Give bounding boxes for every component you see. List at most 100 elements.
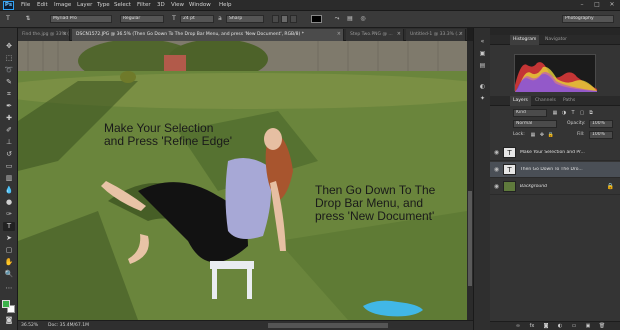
- eraser-tool-icon[interactable]: ▭: [3, 162, 15, 171]
- blur-tool-icon[interactable]: 💧: [3, 186, 15, 195]
- quick-mask-icon[interactable]: ◙: [3, 316, 15, 325]
- menu-image[interactable]: Image: [54, 2, 71, 8]
- folder-icon[interactable]: ▭: [570, 323, 578, 330]
- close-icon[interactable]: ×: [397, 29, 401, 40]
- close-button[interactable]: ✕: [607, 1, 617, 9]
- font-size-select[interactable]: 24 pt: [180, 15, 214, 23]
- close-icon[interactable]: ×: [459, 29, 463, 40]
- menu-edit[interactable]: Edit: [37, 2, 48, 8]
- lasso-tool-icon[interactable]: ➰: [3, 66, 15, 75]
- tab-layers[interactable]: Layers: [510, 96, 531, 106]
- character-panel-icon[interactable]: ▤: [346, 15, 354, 23]
- layer-row-background[interactable]: ◉ Background 🔒: [490, 179, 620, 195]
- foreground-color-swatch[interactable]: [2, 300, 10, 308]
- layer-row[interactable]: ◉ T Make Your Selection and Pr...: [490, 145, 620, 161]
- 3d-icon[interactable]: ◎: [359, 15, 367, 23]
- pixel-filter-icon[interactable]: ▦: [551, 109, 559, 117]
- eyedropper-tool-icon[interactable]: ✒: [3, 102, 15, 111]
- tab-find-the[interactable]: Find the.jpg @ 33% ( ×: [18, 29, 70, 41]
- marquee-tool-icon[interactable]: ⬚: [3, 54, 15, 63]
- menu-select[interactable]: Select: [114, 2, 131, 8]
- lock-pixels-icon[interactable]: ▦: [529, 131, 537, 139]
- styles-panel-icon[interactable]: ✦: [478, 95, 487, 103]
- brush-tool-icon[interactable]: ✐: [3, 126, 15, 135]
- blend-mode-select[interactable]: Normal: [513, 120, 557, 128]
- fx-icon[interactable]: fx: [528, 323, 536, 330]
- font-style-select[interactable]: Regular: [120, 15, 164, 23]
- zoom-level[interactable]: 36.52%: [21, 323, 38, 328]
- visibility-eye-icon[interactable]: ◉: [493, 166, 500, 173]
- menu-layer[interactable]: Layer: [77, 2, 92, 8]
- lock-position-icon[interactable]: ✥: [538, 131, 546, 139]
- tab-navigator[interactable]: Navigator: [542, 35, 570, 45]
- maximize-button[interactable]: □: [592, 1, 602, 9]
- layer-name[interactable]: Make Your Selection and Pr...: [520, 150, 600, 155]
- workspace-select[interactable]: Photography: [562, 15, 614, 23]
- gradient-tool-icon[interactable]: ▥: [3, 174, 15, 183]
- canvas-caption-new-document[interactable]: Then Go Down To The Drop Bar Menu, and p…: [315, 184, 435, 223]
- pen-tool-icon[interactable]: ✑: [3, 210, 15, 219]
- dodge-tool-icon[interactable]: ●: [3, 198, 15, 207]
- adjustment-icon[interactable]: ◐: [556, 323, 564, 330]
- menu-3d[interactable]: 3D: [157, 2, 165, 8]
- link-icon[interactable]: ∞: [514, 323, 522, 330]
- align-right-button[interactable]: [290, 15, 297, 23]
- minimize-button[interactable]: –: [577, 1, 587, 9]
- close-icon[interactable]: ×: [63, 29, 67, 40]
- type-tool-icon[interactable]: T: [3, 222, 15, 231]
- kind-filter-select[interactable]: Kind: [513, 109, 547, 117]
- type-tool-preset-icon[interactable]: T: [4, 15, 12, 23]
- fill-field[interactable]: 100%: [589, 131, 613, 139]
- tab-paths[interactable]: Paths: [560, 96, 578, 106]
- tab-step-two[interactable]: Step Two.PNG @ ... ×: [346, 29, 404, 41]
- smart-object-filter-icon[interactable]: ⧉: [587, 109, 595, 117]
- history-brush-tool-icon[interactable]: ↺: [3, 150, 15, 159]
- panel-collapse-bar[interactable]: [490, 28, 620, 35]
- trash-icon[interactable]: 🗑: [598, 323, 606, 330]
- warp-text-icon[interactable]: ⤳: [333, 15, 341, 23]
- layer-name[interactable]: Background: [520, 184, 600, 189]
- collapse-icon[interactable]: «: [478, 38, 487, 46]
- tab-dscn1572[interactable]: DSCN1572.JPG @ 36.5% (Then Go Down To Th…: [72, 29, 344, 41]
- close-icon[interactable]: ×: [337, 29, 341, 40]
- mask-icon[interactable]: ◙: [542, 323, 550, 330]
- history-panel-icon[interactable]: ▣: [478, 50, 487, 58]
- canvas-caption-refine-edge[interactable]: Make Your Selection and Press 'Refine Ed…: [104, 122, 232, 148]
- crop-tool-icon[interactable]: ⌗: [3, 90, 15, 99]
- vertical-scroll-thumb[interactable]: [468, 191, 472, 286]
- layer-name[interactable]: Then Go Down To The Dro...: [520, 167, 600, 172]
- align-left-button[interactable]: [272, 15, 279, 23]
- visibility-eye-icon[interactable]: ◉: [493, 183, 500, 190]
- horizontal-scroll-thumb[interactable]: [268, 323, 388, 328]
- tab-channels[interactable]: Channels: [532, 96, 559, 106]
- menu-type[interactable]: Type: [97, 2, 110, 8]
- menu-filter[interactable]: Filter: [137, 2, 151, 8]
- rectangle-tool-icon[interactable]: ▢: [3, 246, 15, 255]
- doc-size[interactable]: Doc: 35.4M/67.1M: [48, 323, 89, 328]
- menu-view[interactable]: View: [171, 2, 184, 8]
- text-color-swatch[interactable]: [311, 15, 322, 23]
- shape-filter-icon[interactable]: ▢: [578, 109, 586, 117]
- properties-panel-icon[interactable]: ▤: [478, 62, 487, 70]
- move-tool-icon[interactable]: ✥: [3, 42, 15, 51]
- orientation-toggle-icon[interactable]: ⇅: [24, 15, 32, 23]
- type-filter-icon[interactable]: T: [569, 109, 577, 117]
- layer-row-selected[interactable]: ◉ T Then Go Down To The Dro...: [490, 162, 620, 178]
- lock-all-icon[interactable]: 🔒: [547, 131, 555, 139]
- zoom-tool-icon[interactable]: 🔍: [3, 270, 15, 279]
- new-layer-icon[interactable]: ▣: [584, 323, 592, 330]
- tab-histogram[interactable]: Histogram: [510, 35, 540, 45]
- quick-selection-tool-icon[interactable]: ✎: [3, 78, 15, 87]
- hand-tool-icon[interactable]: ✋: [3, 258, 15, 267]
- document-canvas[interactable]: Make Your Selection and Press 'Refine Ed…: [18, 41, 467, 320]
- visibility-eye-icon[interactable]: ◉: [493, 149, 500, 156]
- align-center-button[interactable]: [281, 15, 288, 23]
- adjustments-panel-icon[interactable]: ◐: [478, 83, 487, 91]
- opacity-field[interactable]: 100%: [589, 120, 613, 128]
- clone-stamp-tool-icon[interactable]: ⊥: [3, 138, 15, 147]
- healing-brush-tool-icon[interactable]: ✚: [3, 114, 15, 123]
- anti-alias-select[interactable]: Sharp: [226, 15, 264, 23]
- adjustment-filter-icon[interactable]: ◑: [560, 109, 568, 117]
- menu-file[interactable]: File: [21, 2, 30, 8]
- path-selection-tool-icon[interactable]: ➤: [3, 234, 15, 243]
